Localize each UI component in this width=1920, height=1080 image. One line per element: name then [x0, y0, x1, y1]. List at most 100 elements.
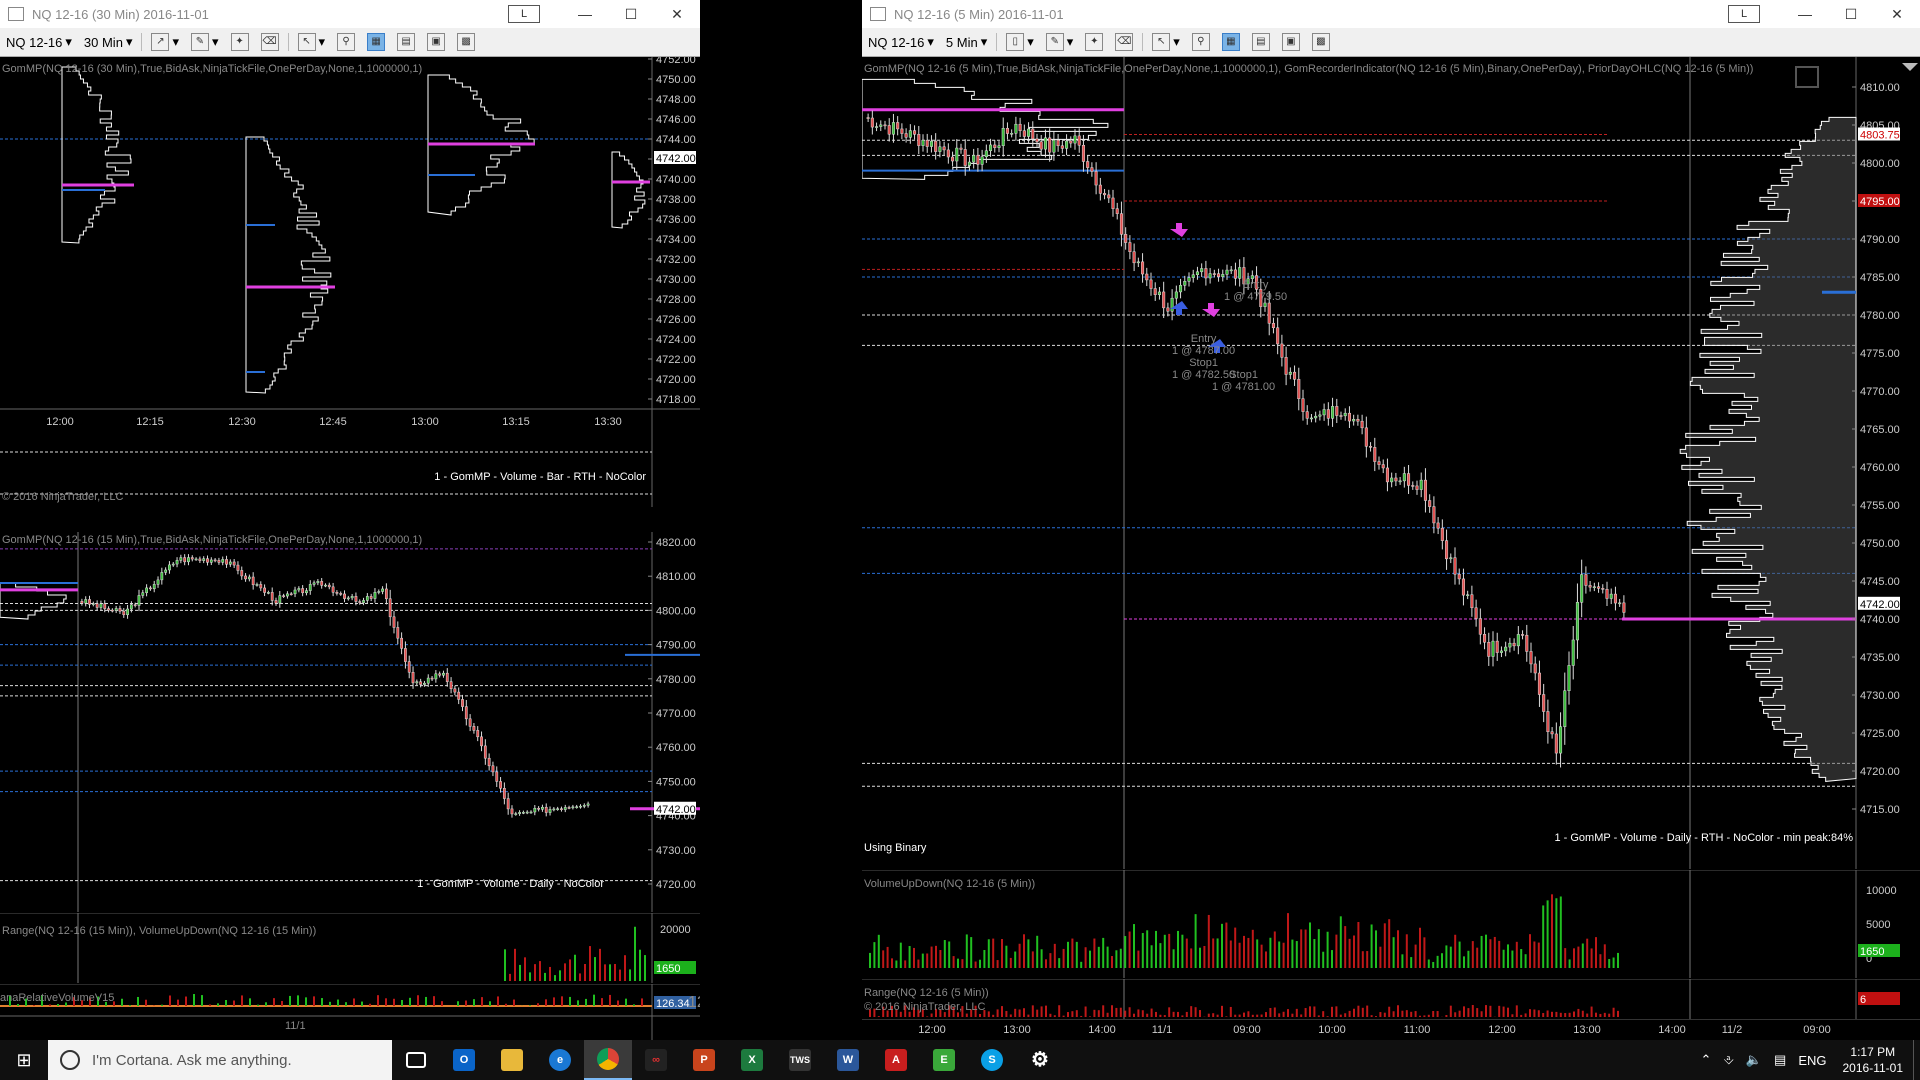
left-15min-pane[interactable]: 4820.00 4810.00 4800.00 4790.00 4780.00 4770.…	[0, 532, 700, 912]
candle-5min	[1128, 242, 1132, 252]
interval-selector[interactable]: 5 Min ▾	[940, 34, 993, 50]
candle-15min	[122, 610, 126, 616]
right-range-pane[interactable]: 6 Range(NQ 12-16 (5 Min)) © 2016 NinjaTr…	[862, 979, 1920, 1019]
candle-5min	[1504, 646, 1508, 652]
snapshot-button[interactable]: ▣	[421, 33, 451, 51]
notification-icon[interactable]: ▤	[1768, 1052, 1792, 1068]
candle-15min	[141, 592, 145, 596]
candle-5min	[1335, 406, 1339, 416]
price-axis-label: 4722.00	[656, 354, 696, 366]
settings-taskbar-button[interactable]: ⚙	[1016, 1040, 1064, 1080]
close-icon[interactable]: ✕	[654, 6, 700, 23]
candle-5min	[1132, 251, 1136, 264]
right-range-label: Range(NQ 12-16 (5 Min))	[864, 987, 989, 999]
tws-taskbar-button[interactable]: TWS	[776, 1040, 824, 1080]
eraser-button[interactable]: ⌫	[1109, 33, 1139, 51]
candle-15min	[529, 811, 533, 814]
word-taskbar-button[interactable]: W	[824, 1040, 872, 1080]
interval-selector[interactable]: 30 Min ▾	[78, 34, 139, 50]
pencil-tool-button[interactable]: ✎ ▾	[1040, 33, 1080, 51]
properties-button[interactable]: ▤	[391, 33, 421, 51]
show-desktop-button[interactable]	[1913, 1040, 1920, 1080]
candle-5min	[1065, 140, 1069, 149]
link-button[interactable]: L	[508, 5, 540, 23]
candle-15min	[582, 805, 586, 807]
ninjatrader-icon: ∞	[645, 1049, 667, 1071]
excel-taskbar-button[interactable]: X	[728, 1040, 776, 1080]
chrome-taskbar-button[interactable]	[584, 1040, 632, 1080]
candle-5min	[879, 124, 883, 127]
time-axis-label: 13:00	[411, 416, 439, 428]
cortana-search-box[interactable]: I'm Cortana. Ask me anything.	[48, 1040, 392, 1080]
zoom-button[interactable]: ⚲	[331, 33, 361, 51]
indicators-icon: ▦	[367, 33, 386, 51]
price-axis-label: 4745.00	[1860, 576, 1900, 588]
start-button[interactable]: ⊞	[0, 1040, 48, 1080]
maximize-icon[interactable]: ☐	[1828, 6, 1874, 23]
minimize-icon[interactable]: —	[562, 6, 608, 22]
candle-15min	[289, 593, 293, 596]
drawing-tool-button[interactable]: ↗ ▾	[145, 33, 185, 51]
left-chart-window: NQ 12-16 (30 Min) 2016-11-01 L — ☐ ✕ NQ …	[0, 0, 700, 1040]
candle-5min	[1035, 138, 1039, 143]
left-relvolume-pane[interactable]: 126.34 anaRelativeVolumeV15 126% 11/1	[0, 984, 700, 1040]
volume-axis-label: 10000	[1866, 885, 1897, 897]
link-button[interactable]: L	[1728, 5, 1760, 23]
acrobat-taskbar-button[interactable]: A	[872, 1040, 920, 1080]
maximize-icon[interactable]: ☐	[608, 6, 654, 23]
candle-5min	[1322, 409, 1326, 416]
taskbar-clock[interactable]: 1:17 PM 2016-11-01	[1833, 1044, 1914, 1076]
outlook-taskbar-button[interactable]: O	[440, 1040, 488, 1080]
cursor-button[interactable]: ↖ ▾	[292, 33, 332, 51]
right-price-pane[interactable]: 4810.004805.004800.004795.004790.004785.…	[862, 57, 1920, 869]
close-icon[interactable]: ✕	[1874, 6, 1920, 23]
instrument-selector[interactable]: NQ 12-16 ▾	[862, 34, 940, 50]
right-title-bar[interactable]: NQ 12-16 (5 Min) 2016-11-01 L — ☐ ✕	[862, 0, 1920, 28]
powerpoint-taskbar-button[interactable]: P	[680, 1040, 728, 1080]
right-window-title: NQ 12-16 (5 Min) 2016-11-01	[894, 6, 1064, 22]
edge-taskbar-button[interactable]: e	[536, 1040, 584, 1080]
left-profile-pane[interactable]: 4752.00 4750.00 4748.00 4746.00 4744.00 4742.…	[0, 57, 700, 507]
data-box-button[interactable]: ▩	[1306, 33, 1336, 51]
price-axis-label: 4790.00	[656, 640, 696, 652]
candle-15min	[129, 604, 133, 610]
candle-15min	[480, 736, 483, 747]
zoom-button[interactable]: ⚲	[1186, 33, 1216, 51]
left-volume-pane[interactable]: 20000 1650 Range(NQ 12-16 (15 Min)), Volu…	[0, 913, 700, 983]
indicators-button[interactable]: ▦	[361, 33, 391, 51]
candle-5min	[1195, 271, 1199, 276]
strategy-button[interactable]: ✦	[1079, 33, 1109, 51]
pencil-tool-button[interactable]: ✎ ▾	[185, 33, 225, 51]
file-explorer-taskbar-button[interactable]	[488, 1040, 536, 1080]
strategy-button[interactable]: ✦	[225, 33, 255, 51]
cursor-button[interactable]: ↖ ▾	[1146, 33, 1186, 51]
evernote-taskbar-button[interactable]: E	[920, 1040, 968, 1080]
chevron-up-icon[interactable]: ⌃	[1695, 1052, 1718, 1068]
candle-15min	[575, 806, 579, 808]
candle-5min	[1077, 135, 1081, 146]
indicators-button[interactable]: ▦	[1216, 33, 1246, 51]
eraser-button[interactable]: ⌫	[255, 33, 285, 51]
minimize-icon[interactable]: —	[1782, 6, 1828, 22]
ninjatrader-taskbar-button[interactable]: ∞	[632, 1040, 680, 1080]
candlestick-icon: ▯	[1006, 33, 1025, 51]
data-box-button[interactable]: ▩	[451, 33, 481, 51]
candle-5min	[989, 144, 993, 152]
language-indicator[interactable]: ENG	[1792, 1053, 1832, 1068]
right-time-axis[interactable]: 12:00 13:00 14:00 11/1 09:00 10:00 11:00 12:00 1…	[862, 1019, 1920, 1040]
left-title-bar[interactable]: NQ 12-16 (30 Min) 2016-11-01 L — ☐ ✕	[0, 0, 700, 28]
network-icon[interactable]: ⎀	[1717, 1052, 1739, 1068]
edge-icon: e	[549, 1049, 571, 1071]
bar-type-button[interactable]: ▯ ▾	[1000, 33, 1040, 51]
speaker-icon[interactable]: 🔈	[1740, 1052, 1768, 1068]
candle-5min	[1284, 357, 1288, 375]
candle-15min	[175, 560, 179, 565]
skype-taskbar-button[interactable]: S	[968, 1040, 1016, 1080]
snapshot-button[interactable]: ▣	[1276, 33, 1306, 51]
properties-button[interactable]: ▤	[1246, 33, 1276, 51]
task-view-button[interactable]	[392, 1040, 440, 1080]
right-volume-pane[interactable]: 10000 5000 0 1650 VolumeUpDown(NQ 12-16 (5 …	[862, 870, 1920, 978]
candle-5min	[875, 126, 879, 128]
instrument-selector[interactable]: NQ 12-16 ▾	[0, 34, 78, 50]
candle-5min	[942, 146, 946, 151]
